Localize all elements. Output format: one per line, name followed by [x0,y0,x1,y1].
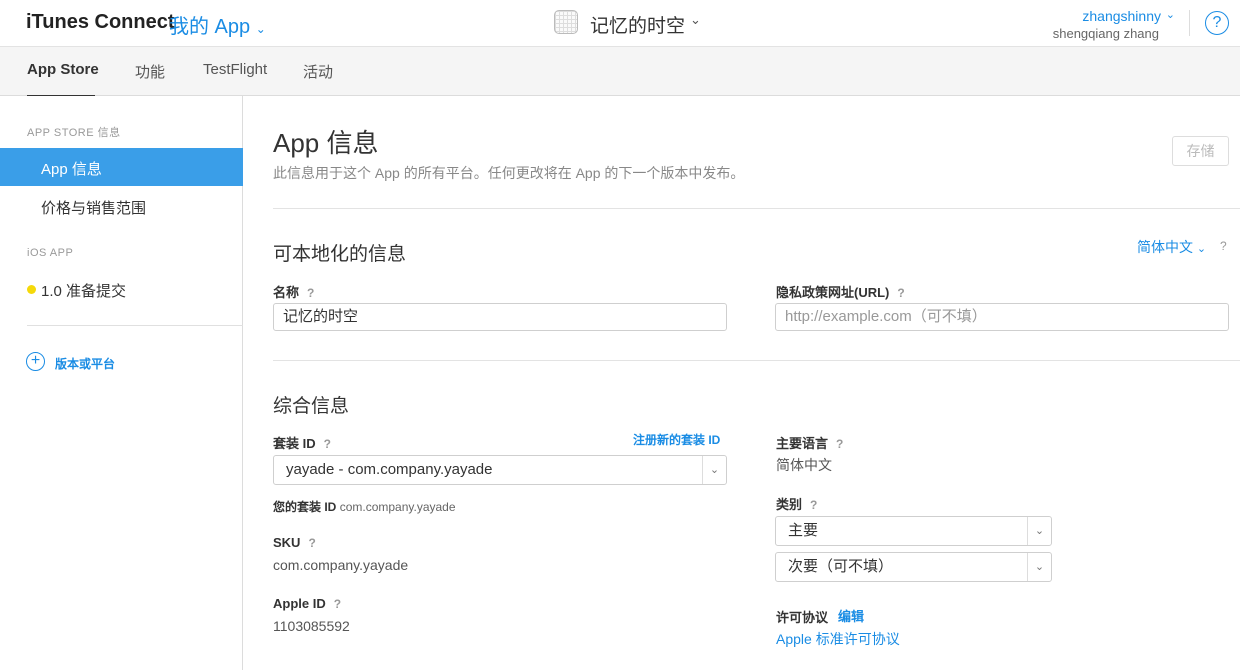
page-subtitle: 此信息用于这个 App 的所有平台。任何更改将在 App 的下一个版本中发布。 [273,165,745,181]
add-version-button[interactable]: + 版本或平台 [26,352,146,374]
help-icon[interactable]: ? [897,286,904,300]
register-bundle-id-link[interactable]: 注册新的套装 ID [633,431,720,448]
app-name: 记忆的时空 [590,16,686,37]
main-content: App 信息 此信息用于这个 App 的所有平台。任何更改将在 App 的下一个… [244,96,1240,670]
language-label: 简体中文 [1137,239,1193,255]
sidebar-divider [27,325,243,326]
chevron-down-icon: ⌄ [1165,9,1175,21]
your-bundle-id-label: 您的套装 ID [273,500,337,514]
sku-label: SKU? [273,535,316,550]
bundle-id-label: 套装 ID? [273,436,331,451]
section-divider [273,360,1240,361]
chevron-down-icon: ⌄ [690,12,701,27]
section-divider [273,208,1240,209]
your-bundle-id: 您的套装 ID com.company.yayade [273,498,456,515]
sidebar-item-label: 1.0 准备提交 [41,283,127,300]
help-icon[interactable]: ? [307,286,314,300]
section-heading-localizable: 可本地化的信息 [273,244,407,265]
tab-features[interactable]: 功能 [135,61,165,82]
app-icon [554,10,578,34]
bundle-id-value: yayade - com.company.yayade [286,461,493,478]
status-dot-icon [27,285,36,294]
help-icon[interactable]: ? [334,597,341,611]
help-icon[interactable]: ? [1205,11,1229,35]
tab-bar: App Store 功能 TestFlight 活动 [0,46,1240,97]
language-selector[interactable]: 简体中文 ⌄ [1137,237,1206,257]
primary-language-value: 简体中文 [776,457,832,473]
add-version-label: 版本或平台 [55,357,116,371]
chevron-down-icon: ⌄ [702,456,726,484]
name-label: 名称? [273,285,315,300]
sidebar-section-app-store: APP STORE 信息 [27,127,121,139]
my-apps-menu[interactable]: 我的 App ⌄ [169,10,266,39]
add-circle-icon: + [26,352,45,371]
primary-language-label: 主要语言? [776,436,844,451]
section-heading-general: 综合信息 [273,396,350,417]
primary-category-value: 主要 [788,522,819,539]
bundle-id-select[interactable]: yayade - com.company.yayade ⌄ [273,455,727,485]
secondary-category-select[interactable]: 次要（可不填） ⌄ [775,552,1052,582]
secondary-category-value: 次要（可不填） [788,558,894,575]
sidebar: APP STORE 信息 App 信息 价格与销售范围 iOS APP 1.0 … [0,96,243,670]
sidebar-item-pricing[interactable]: 价格与销售范围 [0,188,243,226]
page-title: App 信息 [273,128,379,158]
tab-app-store[interactable]: App Store [27,61,99,78]
name-field[interactable]: 记忆的时空 [273,303,727,331]
help-icon[interactable]: ? [324,437,331,451]
category-label: 类别? [776,497,818,512]
tab-testflight[interactable]: TestFlight [203,61,267,78]
sidebar-item-label: App 信息 [41,161,102,178]
help-icon[interactable]: ? [836,437,843,451]
license-agreement-link[interactable]: Apple 标准许可协议 [776,629,900,649]
help-icon[interactable]: ? [810,498,817,512]
sidebar-item-label: 价格与销售范围 [41,200,147,217]
apple-id-label: Apple ID? [273,596,342,611]
license-label: 许可协议 [776,610,829,625]
user-menu[interactable]: zhangshinny ⌄ shengqiang zhang [1040,8,1175,42]
sidebar-item-app-info[interactable]: App 信息 [0,148,243,186]
brand-title[interactable]: iTunes Connect [26,11,175,34]
sku-value: com.company.yayade [273,557,409,573]
top-bar: iTunes Connect 我的 App ⌄ 记忆的时空 ⌄ zhangshi… [0,0,1240,46]
help-icon[interactable]: ? [308,536,315,550]
chevron-down-icon: ⌄ [255,22,266,36]
help-icon[interactable]: ? [1220,239,1227,253]
sidebar-item-version[interactable]: 1.0 准备提交 [0,274,243,308]
user-name: zhangshinny [1082,8,1161,24]
header-divider [1189,10,1190,36]
license-edit-link[interactable]: 编辑 [838,606,864,625]
save-button[interactable]: 存储 [1172,136,1229,166]
apple-id-value: 1103085592 [273,618,350,634]
your-bundle-id-value: com.company.yayade [339,500,456,514]
my-apps-label: 我的 App [169,16,251,38]
primary-category-select[interactable]: 主要 ⌄ [775,516,1052,546]
privacy-url-label: 隐私政策网址(URL)? [776,285,905,300]
chevron-down-icon: ⌄ [1196,243,1207,255]
chevron-down-icon: ⌄ [1027,553,1051,581]
tab-activity[interactable]: 活动 [303,61,333,82]
chevron-down-icon: ⌄ [1027,517,1051,545]
user-full-name: shengqiang zhang [1052,26,1159,41]
sidebar-section-ios-app: iOS APP [27,247,74,259]
privacy-url-field[interactable]: http://example.com（可不填） [775,303,1229,331]
